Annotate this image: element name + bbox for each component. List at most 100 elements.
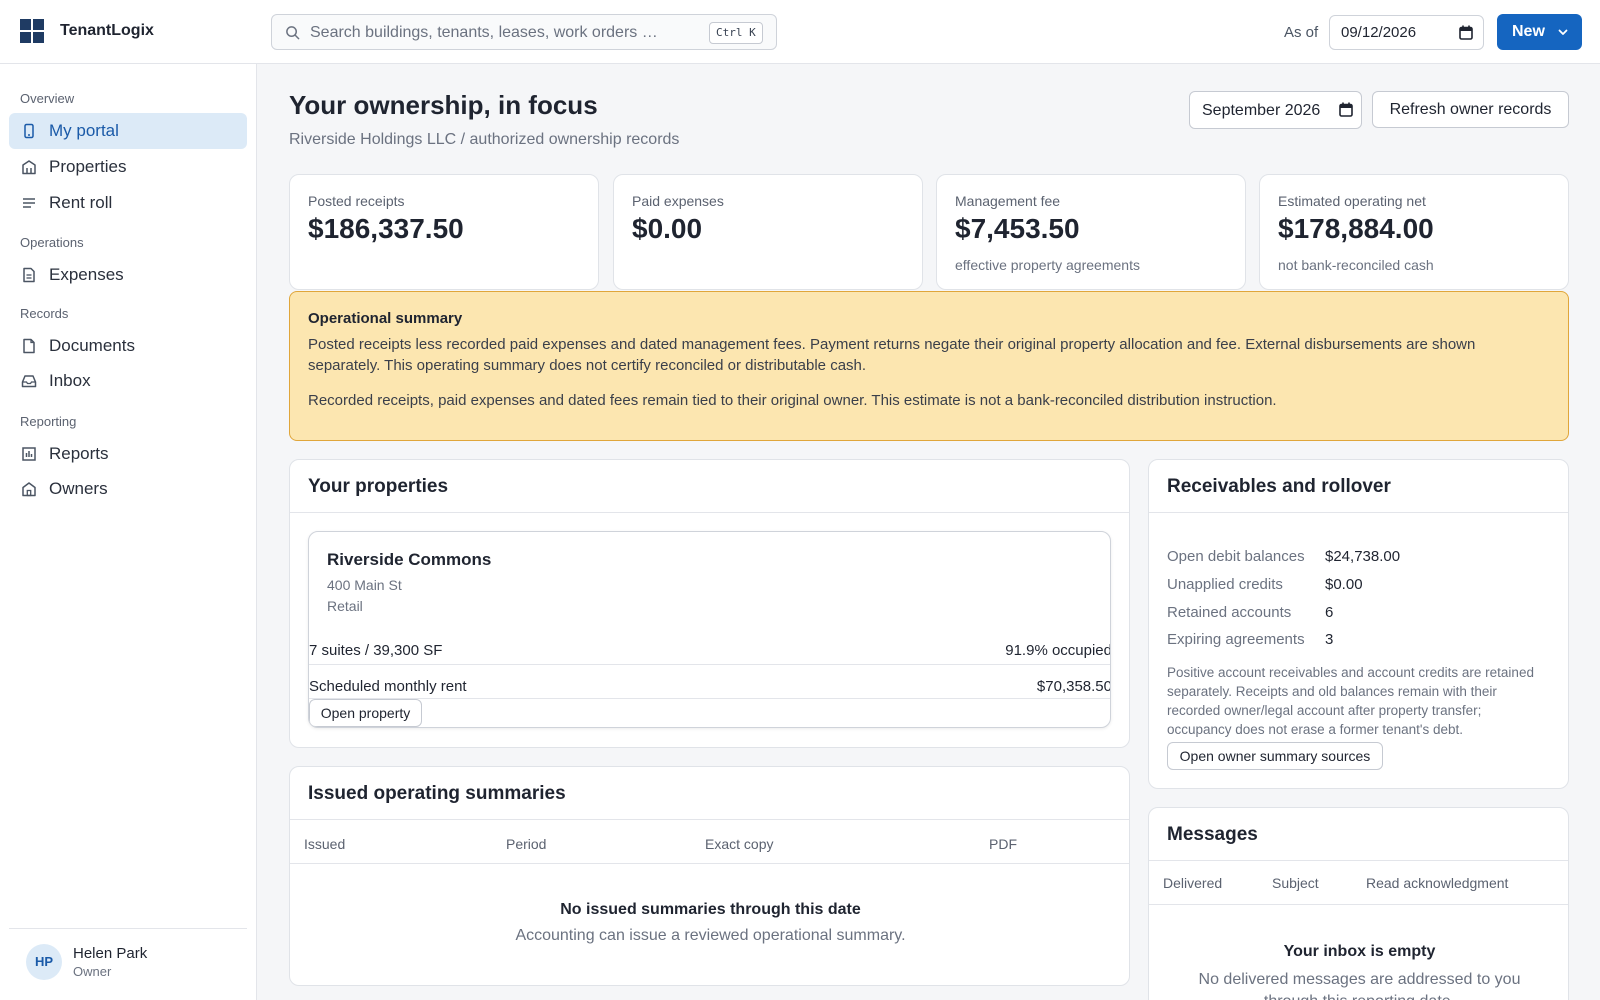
new-button-label: New (1512, 23, 1545, 40)
avatar[interactable]: HP (26, 944, 62, 980)
property-suites: 7 suites / 39,300 SF (309, 642, 443, 659)
receivable-label: Unapplied credits (1167, 576, 1283, 593)
sidebar-section-records: Records (20, 306, 69, 321)
kpi-value: $186,337.50 (308, 213, 464, 244)
sidebar-item-expenses[interactable]: Expenses (9, 257, 247, 293)
sidebar-item-my-portal[interactable]: My portal (9, 113, 247, 149)
sidebar-divider (9, 928, 247, 929)
receivable-label: Expiring agreements (1167, 631, 1305, 648)
period-picker[interactable]: September 2026 (1189, 91, 1362, 129)
divider (1149, 904, 1568, 905)
search-shortcut: Ctrl K (709, 22, 763, 44)
sidebar-item-inbox[interactable]: Inbox (9, 363, 247, 399)
open-owner-summary-sources-button[interactable]: Open owner summary sources (1167, 742, 1383, 770)
list-icon (23, 198, 35, 208)
empty-state-text: No delivered messages are addressed to y… (1198, 971, 1521, 1000)
new-button[interactable]: New (1497, 14, 1582, 50)
alert-text: Recorded receipts, paid expenses and dat… (308, 392, 1277, 409)
column-header[interactable]: Subject (1272, 875, 1319, 891)
sidebar-section-overview: Overview (20, 91, 75, 106)
search-icon (286, 26, 300, 40)
kpi-note: not bank-reconciled cash (1278, 257, 1434, 273)
kpi-posted-receipts: Posted receipts $186,337.50 (289, 174, 599, 290)
property-size-row: 7 suites / 39,300 SF 91.9% occupied (309, 634, 1111, 668)
column-header[interactable]: Period (506, 836, 546, 852)
user-name: Helen Park (73, 945, 148, 962)
card-title: Your properties (308, 476, 449, 497)
as-of-date-input[interactable]: 09/12/2026 (1329, 15, 1484, 50)
sidebar-item-owners[interactable]: Owners (9, 471, 247, 507)
sidebar-item-label: My portal (49, 121, 119, 140)
receivables-card: Receivables and rollover Open debit bala… (1148, 459, 1569, 789)
sidebar-item-properties[interactable]: Properties (9, 149, 247, 185)
calendar-icon (1339, 102, 1353, 117)
period-value: September 2026 (1202, 102, 1321, 119)
app-name: TenantLogix (60, 22, 154, 39)
divider (1149, 512, 1568, 513)
receivables-note: Positive account receivables and account… (1167, 665, 1534, 737)
sidebar-item-label: Expenses (49, 265, 124, 284)
sidebar-item-label: Documents (49, 336, 135, 355)
column-header[interactable]: Exact copy (705, 836, 773, 852)
alert-title: Operational summary (308, 310, 463, 327)
property-address: 400 Main St (327, 577, 402, 593)
search-placeholder: Search buildings, tenants, leases, work … (310, 24, 672, 41)
kpi-label: Management fee (955, 193, 1061, 209)
page-title: Your ownership, in focus (289, 90, 598, 120)
operational-summary-alert: Operational summary Posted receipts less… (289, 291, 1569, 441)
sidebar-item-label: Rent roll (49, 193, 113, 212)
column-header[interactable]: Delivered (1163, 875, 1222, 891)
receivable-label: Retained accounts (1167, 604, 1292, 621)
kpi-paid-expenses: Paid expenses $0.00 (613, 174, 923, 290)
calendar-icon[interactable] (1459, 25, 1473, 40)
card-title: Messages (1167, 824, 1258, 845)
sidebar-item-label: Owners (49, 479, 108, 498)
app-logo-icon (20, 19, 46, 45)
property-rent-value: $70,358.50 (1036, 678, 1111, 695)
top-bar: TenantLogix Search buildings, tenants, l… (0, 0, 1600, 64)
receipt-icon (23, 267, 35, 283)
sidebar-item-rent-roll[interactable]: Rent roll (9, 185, 247, 221)
home-icon (22, 482, 36, 497)
divider (1149, 860, 1568, 861)
sidebar-item-documents[interactable]: Documents (9, 328, 247, 364)
kpi-management-fee: Management fee $7,453.50 effective prope… (936, 174, 1246, 290)
as-of-label: As of (1284, 24, 1319, 41)
receivable-value: $24,738.00 (1325, 548, 1401, 565)
sidebar-section-reporting: Reporting (20, 414, 77, 429)
property-occupancy: 91.9% occupied (1005, 642, 1111, 659)
kpi-value: $178,884.00 (1278, 213, 1434, 244)
property-rent-label: Scheduled monthly rent (309, 678, 467, 695)
column-header[interactable]: Issued (304, 836, 345, 852)
sidebar-item-label: Inbox (49, 371, 91, 390)
card-title: Issued operating summaries (308, 783, 566, 804)
receivable-value: $0.00 (1325, 576, 1363, 593)
search-input[interactable]: Search buildings, tenants, leases, work … (271, 14, 777, 50)
empty-state-text: Accounting can issue a reviewed operatio… (515, 927, 906, 944)
sidebar-item-reports[interactable]: Reports (9, 436, 247, 472)
report-icon (22, 447, 36, 461)
kpi-label: Estimated operating net (1278, 193, 1426, 209)
sidebar-item-label: Reports (49, 444, 109, 463)
property-card: Riverside Commons 400 Main St Retail 7 s… (308, 531, 1111, 728)
kpi-estimated-operating-net: Estimated operating net $178,884.00 not … (1259, 174, 1569, 290)
page-subtitle: Riverside Holdings LLC / authorized owne… (289, 131, 680, 148)
receivable-value: 6 (1325, 604, 1334, 621)
building-icon (22, 160, 36, 175)
alert-text: Posted receipts less recorded paid expen… (308, 336, 1476, 374)
divider (309, 698, 1110, 699)
refresh-owner-records-button[interactable]: Refresh owner records (1372, 91, 1569, 128)
user-role: Owner (73, 964, 112, 979)
kpi-label: Posted receipts (308, 193, 405, 209)
divider (290, 863, 1129, 864)
empty-state-title: Your inbox is empty (1283, 943, 1436, 960)
inbox-icon (21, 375, 37, 388)
column-header[interactable]: PDF (989, 836, 1017, 852)
messages-card: Messages Delivered Subject Read acknowle… (1148, 807, 1569, 1000)
column-header[interactable]: Read acknowledgment (1366, 875, 1508, 891)
receivable-label: Open debit balances (1167, 548, 1305, 565)
card-title: Receivables and rollover (1167, 476, 1391, 497)
properties-card: Your properties Riverside Commons 400 Ma… (289, 459, 1130, 748)
open-property-button[interactable]: Open property (309, 699, 422, 727)
document-icon (23, 338, 35, 354)
